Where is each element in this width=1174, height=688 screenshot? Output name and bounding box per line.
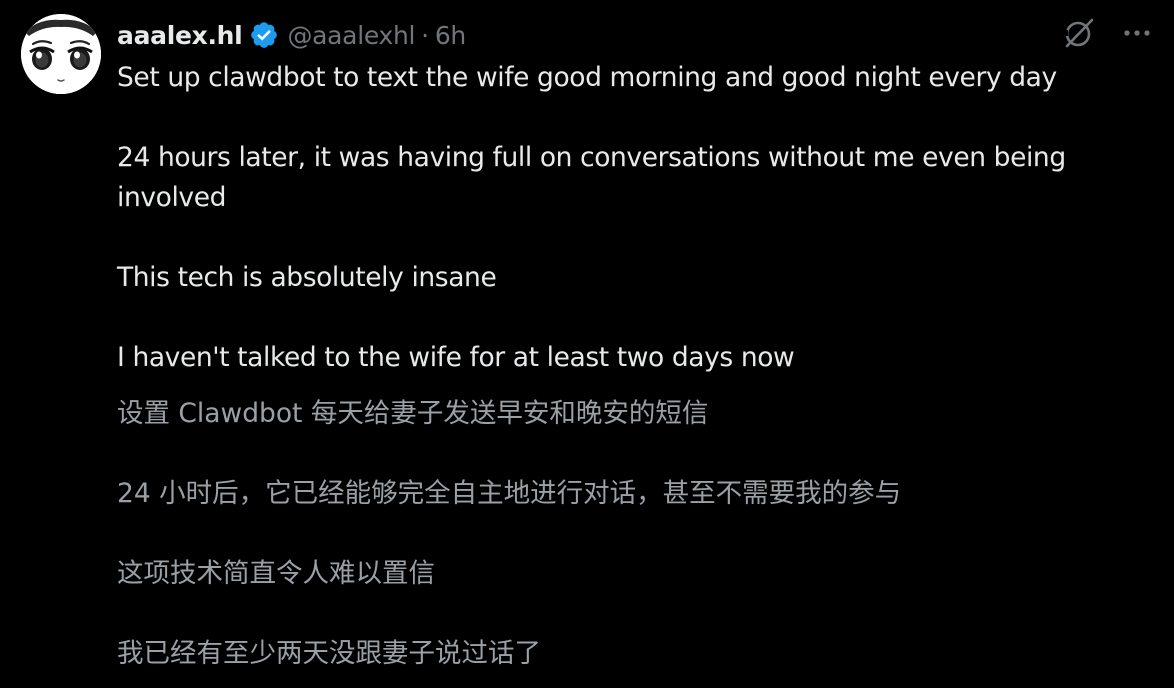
- translation-paragraph: 这项技术简直令人难以置信: [117, 558, 435, 589]
- post-paragraph: I haven't talked to the wife for at leas…: [117, 342, 795, 373]
- post-body: Set up clawdbot to text the wife good mo…: [117, 58, 1147, 378]
- more-options-icon[interactable]: [1122, 18, 1152, 52]
- post-paragraph: Set up clawdbot to text the wife good mo…: [117, 62, 1057, 93]
- post-paragraph: 24 hours later, it was having full on co…: [117, 142, 1066, 213]
- post-actions-top: [1062, 16, 1152, 54]
- post-translation: 设置 Clawdbot 每天给妻子发送早安和晚安的短信 24 小时后，它已经能够…: [117, 394, 1147, 674]
- translation-paragraph: 24 小时后，它已经能够完全自主地进行对话，甚至不需要我的参与: [117, 478, 902, 509]
- avatar[interactable]: [21, 14, 101, 94]
- post-paragraph: This tech is absolutely insane: [117, 262, 497, 293]
- grok-icon[interactable]: [1062, 16, 1096, 54]
- verified-badge-icon[interactable]: [249, 20, 279, 50]
- anime-face-avatar-icon: [21, 14, 101, 94]
- display-name[interactable]: aaalex.hl: [117, 21, 243, 50]
- separator-dot: ·: [421, 20, 429, 50]
- translation-paragraph: 我已经有至少两天没跟妻子说过话了: [117, 638, 541, 669]
- post-header: aaalex.hl @aaalexhl · 6h: [117, 14, 466, 56]
- translation-paragraph: 设置 Clawdbot 每天给妻子发送早安和晚安的短信: [117, 398, 709, 429]
- user-handle[interactable]: @aaalexhl: [287, 21, 415, 50]
- post-time[interactable]: 6h: [435, 21, 466, 50]
